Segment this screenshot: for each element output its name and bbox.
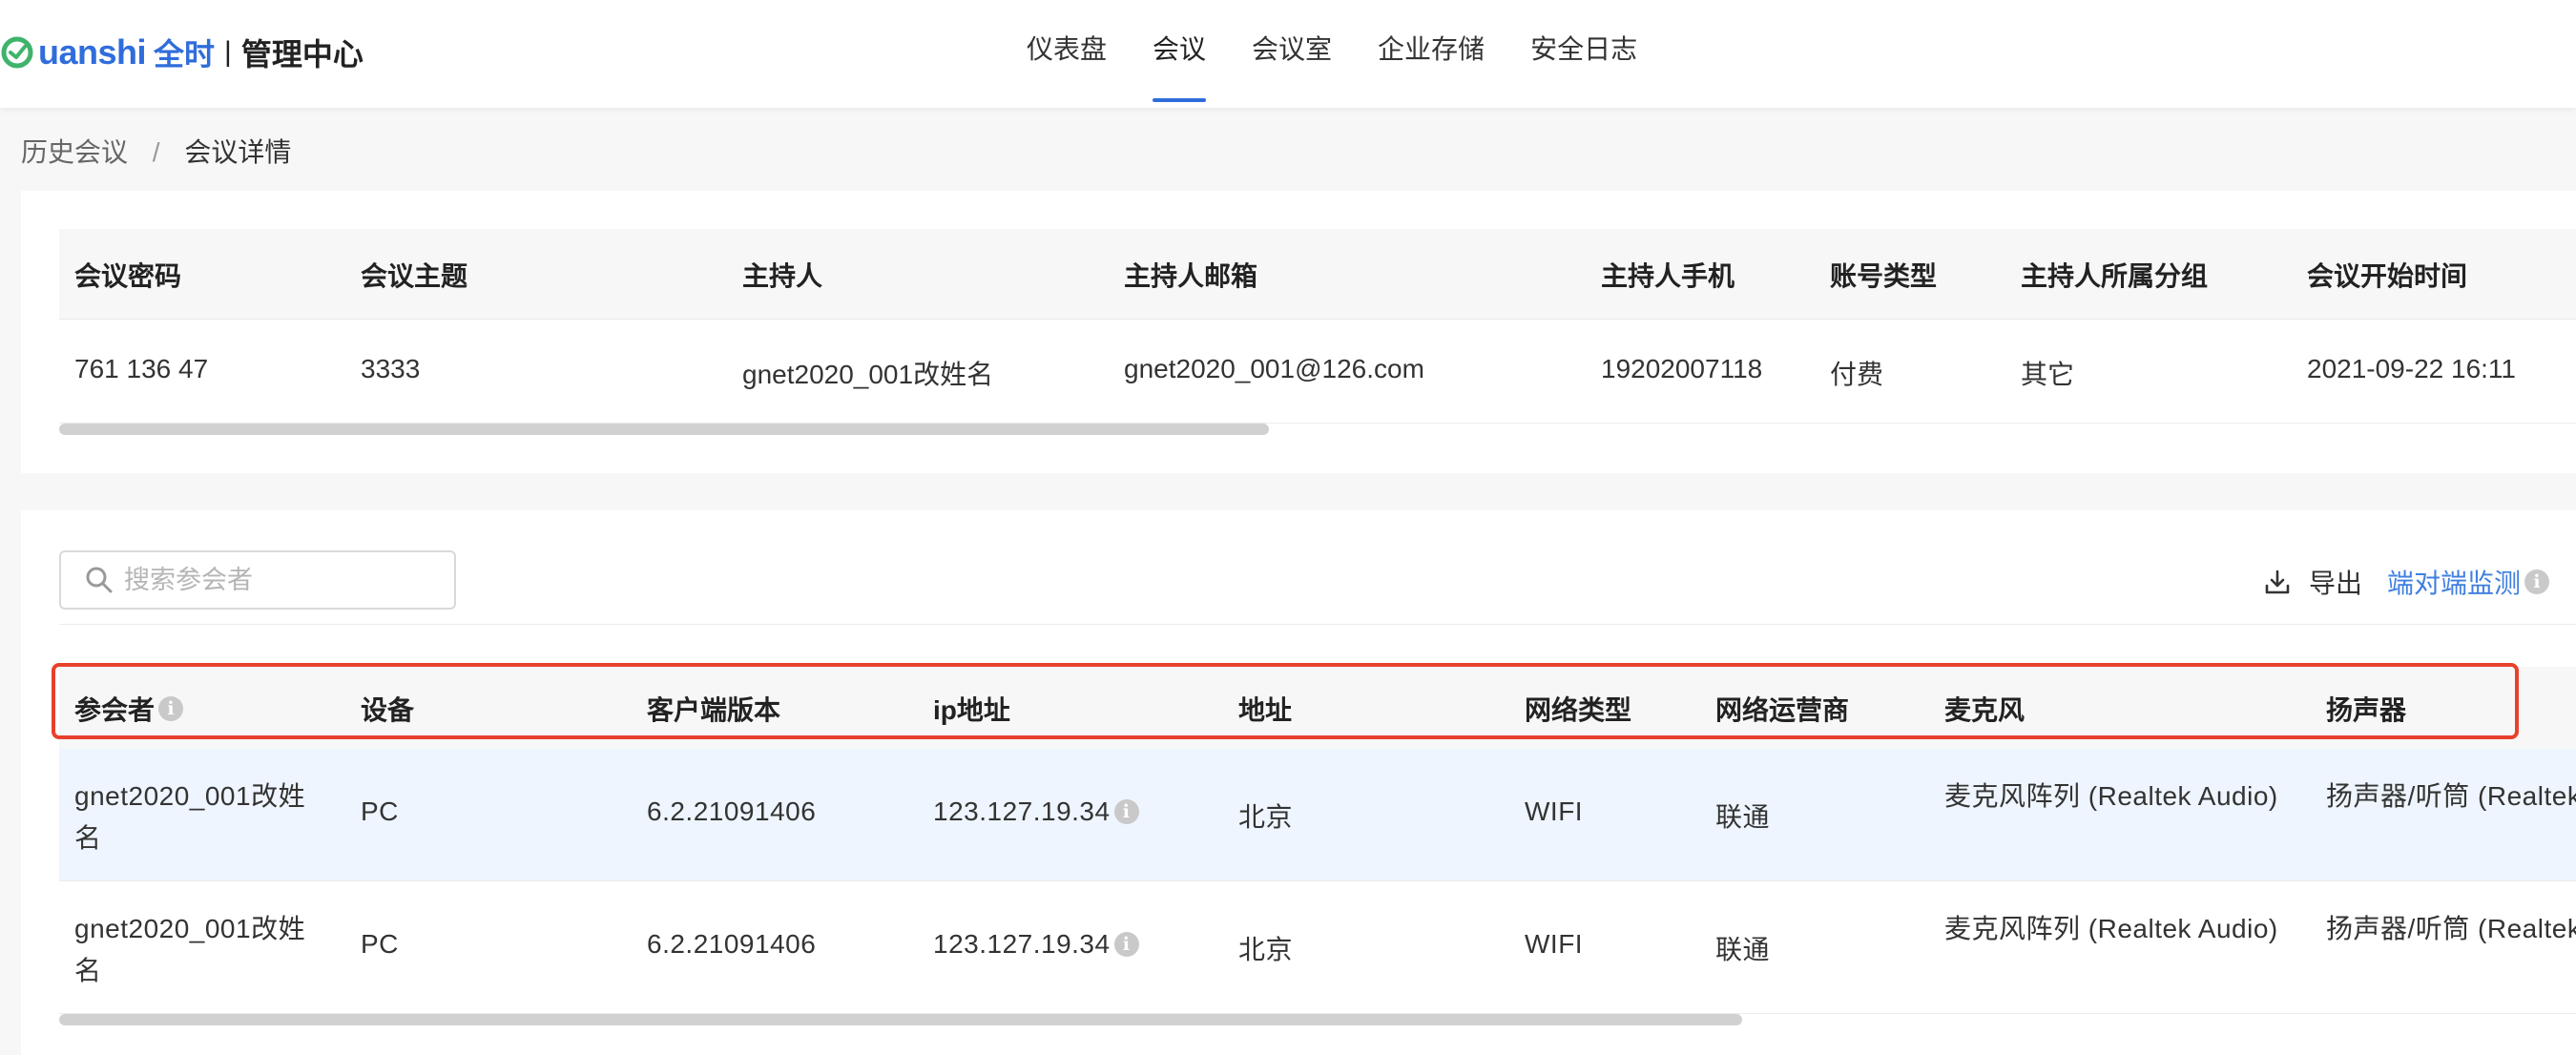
top-navigation-bar: uanshi 全时 | 管理中心 仪表盘 会议 会议室 企业存储 安全日志	[0, 0, 2576, 108]
carrier-value: 联通	[1715, 935, 1771, 964]
network-type-value: WIFI	[1525, 796, 1584, 826]
end-to-end-monitor-link[interactable]: 端对端监测 i	[2387, 563, 2549, 601]
logo-separator: |	[224, 36, 232, 68]
host-email-value: gnet2020_001@126.com	[1124, 354, 1424, 383]
column-header-host: 主持人	[742, 261, 823, 291]
column-header-host-email: 主持人邮箱	[1124, 261, 1258, 291]
location-value: 北京	[1238, 935, 1294, 964]
info-icon[interactable]: i	[1113, 799, 1139, 824]
admin-center-title: 管理中心	[240, 37, 364, 72]
export-button[interactable]: 导出	[2263, 563, 2362, 601]
column-header-host-group: 主持人所属分组	[2021, 261, 2209, 291]
info-icon[interactable]: i	[2524, 569, 2549, 594]
host-group-value: 其它	[2021, 360, 2075, 389]
meeting-info-horizontal-scrollbar[interactable]	[59, 424, 1269, 435]
device-value: PC	[361, 796, 399, 826]
column-header-location: 地址	[1238, 695, 1293, 725]
ip-address-cell: 123.127.19.34 i	[933, 796, 1139, 827]
toolbar-divider	[59, 624, 2576, 625]
network-type-value: WIFI	[1525, 929, 1584, 959]
table-row: gnet2020_001改姓名 PC 6.2.21091406 123.127.…	[59, 881, 2576, 1014]
monitor-label: 端对端监测	[2386, 569, 2521, 598]
column-header-carrier: 网络运营商	[1715, 695, 1850, 725]
ip-address-cell: 123.127.19.34 i	[933, 929, 1139, 960]
participant-search-input[interactable]	[122, 564, 431, 596]
meeting-info-row: 761 136 47 3333 gnet2020_001改姓名 gnet2020…	[59, 320, 2576, 424]
column-header-start-time: 会议开始时间	[2307, 261, 2468, 291]
column-header-ip-address: ip地址	[933, 695, 1010, 725]
participant-search-box	[59, 550, 456, 610]
nav-meeting-rooms[interactable]: 会议室	[1229, 0, 1355, 108]
meeting-info-header-row: 会议密码 会议主题 主持人 主持人邮箱 主持人手机 账号类型 主持人所属分组 会…	[59, 229, 2576, 320]
meeting-info-table: 会议密码 会议主题 主持人 主持人邮箱 主持人手机 账号类型 主持人所属分组 会…	[59, 229, 2576, 424]
info-icon[interactable]: i	[1113, 932, 1139, 957]
meeting-password-value: 761 136 47	[74, 354, 209, 383]
quanshi-logo-icon	[1, 36, 33, 69]
microphone-value: 麦克风阵列 (Realtek Audio)	[1944, 914, 2278, 943]
meeting-info-card: 会议密码 会议主题 主持人 主持人邮箱 主持人手机 账号类型 主持人所属分组 会…	[21, 191, 2576, 473]
participant-name-link[interactable]: gnet2020_001改姓名	[74, 776, 332, 859]
download-icon	[2265, 569, 2290, 594]
carrier-value: 联通	[1715, 802, 1771, 832]
participants-header-row: 参会者 i 设备 客户端版本 ip地址 地址 网络类型 网络运营商 麦克风 扬声…	[52, 663, 2576, 749]
participant-name-link[interactable]: gnet2020_001改姓名	[74, 908, 332, 992]
nav-meetings[interactable]: 会议	[1130, 0, 1229, 108]
breadcrumb-separator: /	[152, 137, 160, 167]
column-header-participant: 参会者 i	[74, 690, 184, 728]
speaker-value: 扬声器/听筒 (Realtek Audio)	[2326, 781, 2576, 811]
breadcrumb-current: 会议详情	[184, 137, 292, 167]
participants-card: 导出 端对端监测 i 参会者 i 设备 客户端版本 ip地址 地址 网络类型 网…	[21, 510, 2576, 1055]
logo-brand-cn: 全时	[154, 37, 216, 72]
quanshi-logo[interactable]: uanshi 全时 | 管理中心	[0, 29, 364, 76]
nav-dashboard[interactable]: 仪表盘	[1004, 0, 1130, 108]
breadcrumb: 历史会议 / 会议详情	[21, 132, 291, 170]
column-header-speaker: 扬声器	[2326, 695, 2407, 725]
column-header-participant-label: 参会者	[74, 695, 156, 725]
microphone-value: 麦克风阵列 (Realtek Audio)	[1944, 781, 2278, 811]
main-nav: 仪表盘 会议 会议室 企业存储 安全日志	[1004, 0, 1660, 108]
speaker-value: 扬声器/听筒 (Realtek Audio)	[2326, 914, 2576, 943]
table-row: gnet2020_001改姓名 PC 6.2.21091406 123.127.…	[59, 749, 2576, 881]
nav-enterprise-storage[interactable]: 企业存储	[1355, 0, 1507, 108]
device-value: PC	[361, 929, 399, 959]
account-type-value: 付费	[1830, 360, 1884, 389]
location-value: 北京	[1238, 802, 1294, 832]
ip-address-value: 123.127.19.34	[933, 929, 1111, 959]
client-version-value: 6.2.21091406	[647, 929, 817, 959]
column-header-meeting-topic: 会议主题	[361, 261, 468, 291]
ip-address-value: 123.127.19.34	[933, 796, 1111, 826]
search-icon	[86, 567, 113, 593]
info-icon[interactable]: i	[158, 696, 184, 721]
column-header-network-type: 网络类型	[1525, 695, 1632, 725]
column-header-microphone: 麦克风	[1944, 695, 2025, 725]
breadcrumb-history-meetings[interactable]: 历史会议	[21, 137, 128, 167]
logo-brand-text: uanshi	[38, 32, 147, 72]
column-header-device: 设备	[361, 695, 415, 725]
column-header-account-type: 账号类型	[1830, 261, 1938, 291]
participants-toolbar: 导出 端对端监测 i	[2263, 563, 2549, 601]
column-header-meeting-password: 会议密码	[74, 261, 182, 291]
column-header-client-version: 客户端版本	[647, 695, 781, 725]
start-time-value: 2021-09-22 16:11	[2307, 354, 2516, 383]
participants-table: 参会者 i 设备 客户端版本 ip地址 地址 网络类型 网络运营商 麦克风 扬声…	[52, 663, 2576, 1014]
participants-horizontal-scrollbar[interactable]	[59, 1014, 1742, 1025]
export-label: 导出	[2308, 569, 2362, 598]
meeting-topic-value: 3333	[361, 354, 421, 383]
client-version-value: 6.2.21091406	[647, 796, 817, 826]
nav-security-log[interactable]: 安全日志	[1507, 0, 1660, 108]
host-name-value: gnet2020_001改姓名	[742, 360, 994, 389]
host-phone-value: 19202007118	[1601, 354, 1763, 383]
column-header-host-phone: 主持人手机	[1601, 261, 1735, 291]
